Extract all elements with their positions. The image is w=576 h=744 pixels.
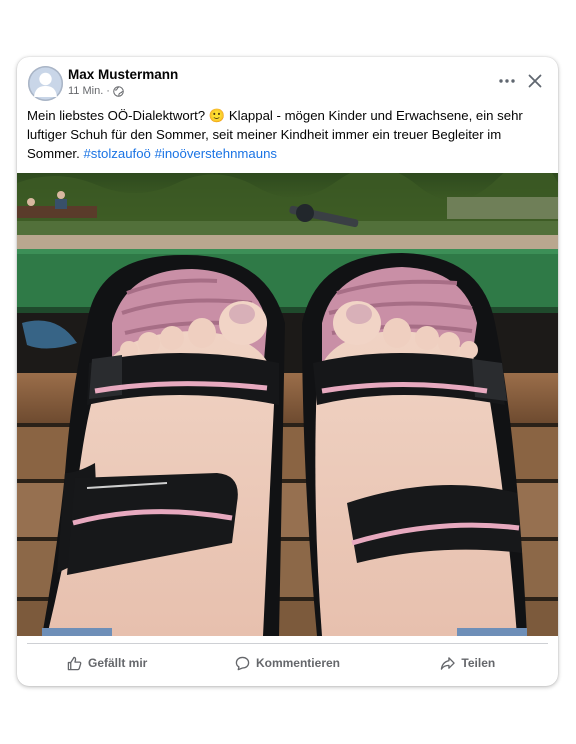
sandals-photo: [17, 173, 558, 636]
avatar[interactable]: [28, 66, 63, 101]
more-options-button[interactable]: [495, 71, 519, 91]
comment-button[interactable]: Kommentieren: [197, 648, 377, 678]
share-button[interactable]: Teilen: [378, 648, 558, 678]
post-actions: Gefällt mir Kommentieren Teilen: [17, 648, 558, 678]
post-text-intro: Mein liebstes OÖ-Dialektwort?: [27, 108, 209, 123]
like-icon: [67, 656, 82, 670]
post-meta: 11 Min. ·: [68, 85, 124, 97]
post-time[interactable]: 11 Min. ·: [68, 85, 110, 97]
globe-icon: [113, 85, 124, 97]
actions-divider: [27, 643, 548, 644]
comment-icon: [235, 656, 250, 670]
avatar-icon: [28, 66, 63, 101]
hashtag-link[interactable]: #stolzaufoö: [83, 146, 150, 161]
like-label: Gefällt mir: [87, 656, 148, 670]
share-icon: [441, 656, 456, 670]
close-button[interactable]: [523, 69, 547, 93]
post-text: Mein liebstes OÖ-Dialektwort? 🙂 Klappal …: [27, 106, 542, 163]
share-label: Teilen: [461, 656, 496, 670]
like-button[interactable]: Gefällt mir: [17, 648, 197, 678]
comment-label: Kommentieren: [255, 656, 340, 670]
hashtag-link[interactable]: #inoöverstehnmauns: [155, 146, 277, 161]
post-author[interactable]: Max Mustermann: [68, 67, 178, 82]
smile-emoji: 🙂: [208, 108, 226, 123]
more-icon: [499, 79, 515, 83]
post-photo[interactable]: [17, 173, 558, 636]
post-card: Max Mustermann 11 Min. · Mein liebstes O…: [17, 57, 558, 686]
close-icon: [528, 74, 542, 88]
